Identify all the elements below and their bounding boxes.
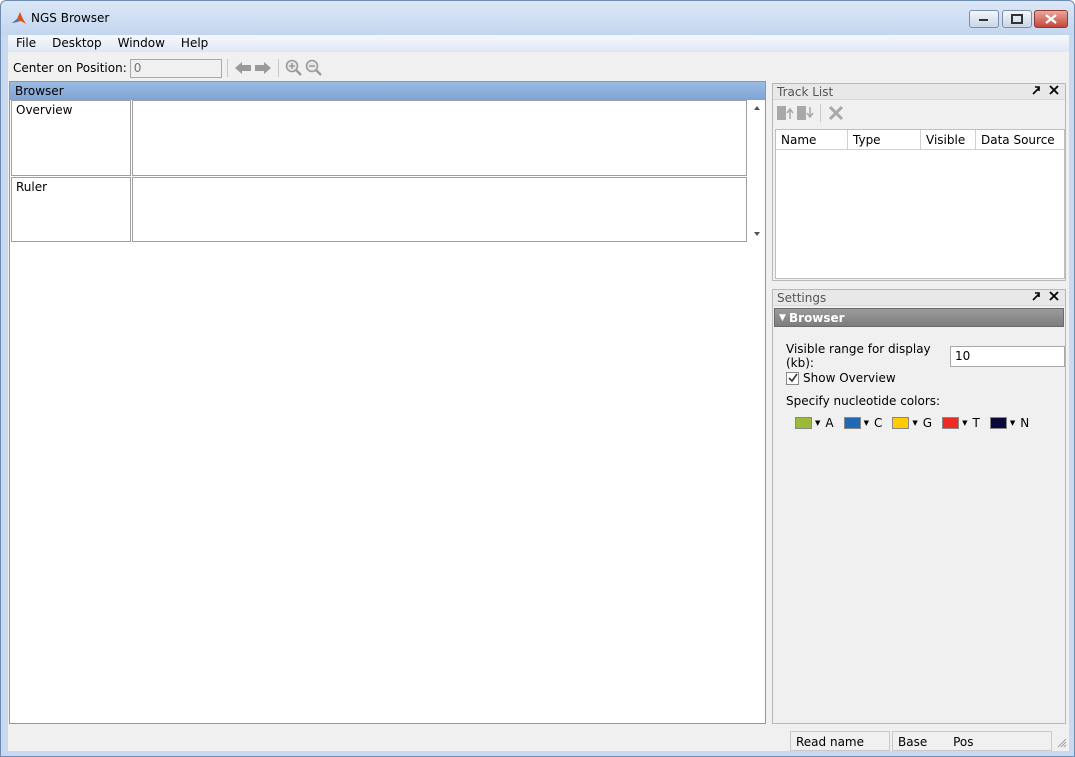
color-picker-a[interactable] (795, 417, 812, 429)
minimize-icon (979, 19, 988, 21)
app-window: NGS Browser File Desktop Window Help Cen… (0, 0, 1075, 757)
close-icon (1045, 14, 1057, 24)
toolbar: Center on Position: (8, 56, 1069, 80)
nucleotide-letter-t: T (972, 416, 980, 430)
title-bar[interactable]: NGS Browser (1, 1, 1074, 35)
dropdown-arrow-icon[interactable]: ▼ (864, 419, 869, 427)
nucleotide-colors-label: Specify nucleotide colors: (786, 394, 941, 408)
nucleotide-letter-c: C (874, 416, 883, 430)
section-title: Browser (789, 311, 845, 325)
browser-panel: Browser Overview Ruler (9, 81, 766, 724)
matlab-logo-icon (12, 12, 26, 24)
center-on-position-label: Center on Position: (13, 61, 127, 75)
column-header-visible[interactable]: Visible (921, 130, 976, 149)
undock-icon[interactable] (1031, 290, 1041, 307)
track-list-panel: Track List Name Type Visible Data Source (772, 83, 1066, 281)
status-pos: Pos (953, 735, 974, 749)
track-list-table[interactable]: Name Type Visible Data Source (775, 129, 1065, 279)
toolbar-separator (820, 104, 821, 122)
table-header: Name Type Visible Data Source (776, 130, 1064, 150)
settings-panel: Settings ▼ Browser Visible range for dis… (772, 289, 1066, 724)
dropdown-arrow-icon[interactable]: ▼ (1010, 419, 1015, 427)
overview-track-area[interactable] (132, 100, 747, 176)
dropdown-arrow-icon[interactable]: ▼ (962, 419, 967, 427)
back-arrow-icon[interactable] (233, 58, 253, 78)
color-picker-g[interactable] (892, 417, 910, 429)
status-read-name: Read name (790, 731, 890, 751)
panel-close-icon[interactable] (1049, 290, 1059, 307)
zoom-in-icon[interactable] (284, 58, 304, 78)
ruler-track-label-cell[interactable]: Ruler (11, 177, 131, 242)
client-area: File Desktop Window Help Center on Posit… (8, 35, 1069, 751)
delete-track-icon[interactable] (826, 103, 846, 123)
menu-desktop[interactable]: Desktop (44, 35, 110, 52)
menu-help[interactable]: Help (173, 35, 216, 52)
overview-track-label: Overview (16, 103, 73, 117)
track-list-toolbar (773, 100, 1065, 126)
nucleotide-letter-a: A (825, 416, 834, 430)
close-button[interactable] (1034, 10, 1068, 28)
nucleotide-color-pickers: ▼ A ▼ C ▼ G ▼ T ▼ N (795, 416, 1039, 430)
column-header-name[interactable]: Name (776, 130, 848, 149)
column-header-data-source[interactable]: Data Source (976, 130, 1064, 149)
dropdown-arrow-icon[interactable]: ▼ (815, 419, 820, 427)
show-overview-checkbox[interactable] (786, 371, 799, 385)
ruler-track-area[interactable] (132, 177, 747, 242)
color-picker-n[interactable] (989, 417, 1007, 429)
panel-close-icon[interactable] (1049, 84, 1059, 101)
minimize-button[interactable] (969, 10, 999, 28)
ruler-track-label: Ruler (16, 180, 48, 194)
browser-scrollbar[interactable] (749, 100, 765, 242)
toolbar-separator (277, 59, 279, 77)
menu-bar: File Desktop Window Help (8, 35, 1069, 52)
show-overview-row[interactable]: Show Overview (786, 371, 896, 385)
zoom-out-icon[interactable] (304, 58, 324, 78)
window-title: NGS Browser (31, 11, 110, 25)
show-overview-label: Show Overview (803, 371, 896, 385)
maximize-icon (1011, 14, 1023, 24)
color-picker-t[interactable] (942, 417, 960, 429)
status-bar: Read name Base Pos (8, 731, 1069, 751)
forward-arrow-icon[interactable] (253, 58, 273, 78)
resize-grip-icon[interactable] (1056, 737, 1067, 748)
visible-range-label: Visible range for display (kb): (786, 342, 931, 370)
move-track-up-icon[interactable] (775, 103, 795, 123)
nucleotide-colors-label-row: Specify nucleotide colors: (786, 394, 940, 408)
browser-panel-title: Browser (10, 82, 765, 100)
settings-title: Settings (777, 291, 827, 305)
color-picker-c[interactable] (843, 417, 861, 429)
undock-icon[interactable] (1031, 84, 1041, 101)
nucleotide-letter-n: N (1020, 416, 1030, 430)
toolbar-separator (226, 59, 228, 77)
scroll-arrows-icon (754, 106, 760, 236)
collapse-triangle-icon: ▼ (779, 313, 786, 323)
center-position-input[interactable] (129, 58, 222, 78)
status-base-pos: Base Pos (892, 731, 1052, 751)
status-base: Base (898, 735, 928, 749)
menu-file[interactable]: File (8, 35, 44, 52)
visible-range-row: Visible range for display (kb): (786, 342, 1065, 370)
track-list-title: Track List (777, 85, 834, 99)
checkmark-icon (787, 373, 798, 383)
column-header-type[interactable]: Type (848, 130, 921, 149)
maximize-button[interactable] (1002, 10, 1032, 28)
menu-window[interactable]: Window (110, 35, 173, 52)
browser-settings-section[interactable]: ▼ Browser (774, 308, 1064, 327)
visible-range-input[interactable] (950, 345, 1065, 367)
overview-track-label-cell[interactable]: Overview (11, 100, 131, 176)
settings-title-bar: Settings (773, 290, 1065, 306)
track-list-title-bar: Track List (773, 84, 1065, 100)
dropdown-arrow-icon[interactable]: ▼ (912, 419, 917, 427)
nucleotide-letter-g: G (922, 416, 933, 430)
move-track-down-icon[interactable] (795, 103, 815, 123)
